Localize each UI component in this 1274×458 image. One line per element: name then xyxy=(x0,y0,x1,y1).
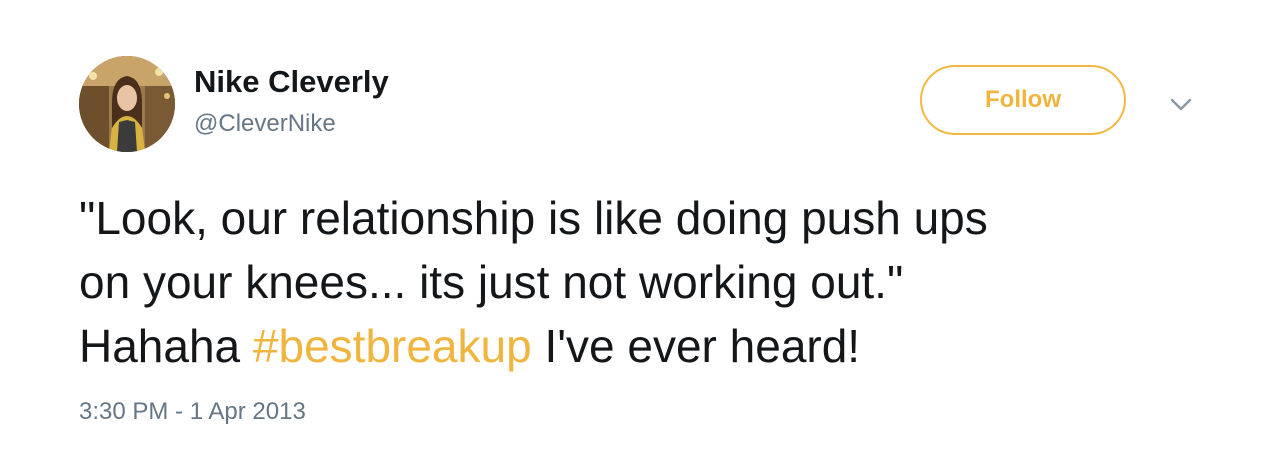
follow-button[interactable]: Follow xyxy=(920,65,1126,135)
tweet-text: "Look, our relationship is like doing pu… xyxy=(79,186,1229,378)
tweet-text-segment: Hahaha xyxy=(79,320,253,372)
chevron-down-icon[interactable] xyxy=(1166,92,1196,116)
tweet-text-line: Hahaha #bestbreakup I've ever heard! xyxy=(79,314,1229,378)
tweet-text-segment: I've ever heard! xyxy=(531,320,861,372)
tweet-text-line: on your knees... its just not working ou… xyxy=(79,256,904,308)
avatar[interactable] xyxy=(79,56,175,152)
display-name[interactable]: Nike Cleverly xyxy=(194,64,389,100)
tweet-card: Nike Cleverly @CleverNike Follow "Look, … xyxy=(0,0,1274,458)
avatar-image xyxy=(79,56,175,152)
hashtag-link[interactable]: #bestbreakup xyxy=(253,320,532,372)
user-handle[interactable]: @CleverNike xyxy=(194,109,336,139)
timestamp[interactable]: 3:30 PM - 1 Apr 2013 xyxy=(79,397,306,427)
tweet-text-line: "Look, our relationship is like doing pu… xyxy=(79,192,988,244)
